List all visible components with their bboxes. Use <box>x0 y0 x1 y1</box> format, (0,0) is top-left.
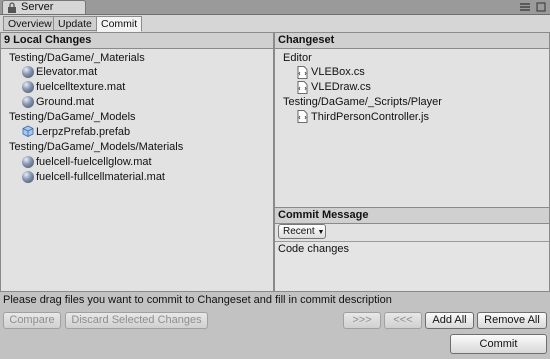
recent-dropdown[interactable]: Recent ▼ <box>278 224 326 239</box>
move-to-changeset-button[interactable]: >>> <box>343 312 381 329</box>
local-file-item[interactable]: fuelcell-fullcellmaterial.mat <box>36 170 165 184</box>
folder-label[interactable]: Testing/DaGame/_Scripts/Player <box>283 95 442 109</box>
lock-icon <box>7 2 17 16</box>
folder-label[interactable]: Testing/DaGame/_Models/Materials <box>9 140 183 154</box>
changeset-file-item[interactable]: VLEDraw.cs <box>311 80 371 94</box>
window-title-bar: Server <box>0 0 550 15</box>
folder-label[interactable]: Editor <box>283 51 312 65</box>
material-sphere-icon <box>22 171 34 183</box>
discard-selected-button[interactable]: Discard Selected Changes <box>65 312 208 329</box>
local-file-item[interactable]: fuelcell-fuelcellglow.mat <box>36 155 152 169</box>
tab-update[interactable]: Update <box>53 16 97 31</box>
local-changes-panel: 9 Local Changes Testing/DaGame/_Material… <box>0 32 274 292</box>
status-text: Please drag files you want to commit to … <box>3 294 392 306</box>
add-all-button[interactable]: Add All <box>425 312 474 329</box>
window-tab[interactable]: Server <box>2 0 86 14</box>
dropdown-arrow-icon: ▼ <box>317 229 325 236</box>
maximize-icon[interactable] <box>536 1 546 16</box>
prefab-cube-icon <box>22 125 34 140</box>
commit-message-header: Commit Message <box>275 208 549 224</box>
local-changes-header: 9 Local Changes <box>1 33 273 49</box>
move-to-local-button[interactable]: <<< <box>384 312 422 329</box>
changeset-panel: Changeset Editor VLEBox.cs VLEDraw.cs Te… <box>274 32 550 208</box>
recent-label: Recent <box>283 226 315 237</box>
local-file-item[interactable]: fuelcelltexture.mat <box>36 80 125 94</box>
window-title: Server <box>21 1 54 13</box>
material-sphere-icon <box>22 96 34 108</box>
local-file-item[interactable]: LerpzPrefab.prefab <box>36 125 130 139</box>
window-menu-icon[interactable] <box>518 1 532 16</box>
tab-bar: Overview Update Commit <box>0 15 550 33</box>
folder-label[interactable]: Testing/DaGame/_Models <box>9 110 136 124</box>
changeset-file-item[interactable]: ThirdPersonController.js <box>311 110 429 124</box>
commit-message-input[interactable]: Code changes <box>275 241 549 291</box>
tab-overview[interactable]: Overview <box>3 16 57 31</box>
commit-button[interactable]: Commit <box>450 334 547 354</box>
tab-commit[interactable]: Commit <box>96 16 143 32</box>
compare-button[interactable]: Compare <box>3 312 61 329</box>
local-file-item[interactable]: Ground.mat <box>36 95 94 109</box>
changeset-file-item[interactable]: VLEBox.cs <box>311 65 365 79</box>
changeset-header: Changeset <box>275 33 549 49</box>
local-file-item[interactable]: Elevator.mat <box>36 65 97 79</box>
script-file-icon <box>297 110 308 126</box>
material-sphere-icon <box>22 66 34 78</box>
folder-label[interactable]: Testing/DaGame/_Materials <box>9 51 145 65</box>
material-sphere-icon <box>22 81 34 93</box>
remove-all-button[interactable]: Remove All <box>477 312 547 329</box>
material-sphere-icon <box>22 156 34 168</box>
script-file-icon <box>297 66 308 82</box>
